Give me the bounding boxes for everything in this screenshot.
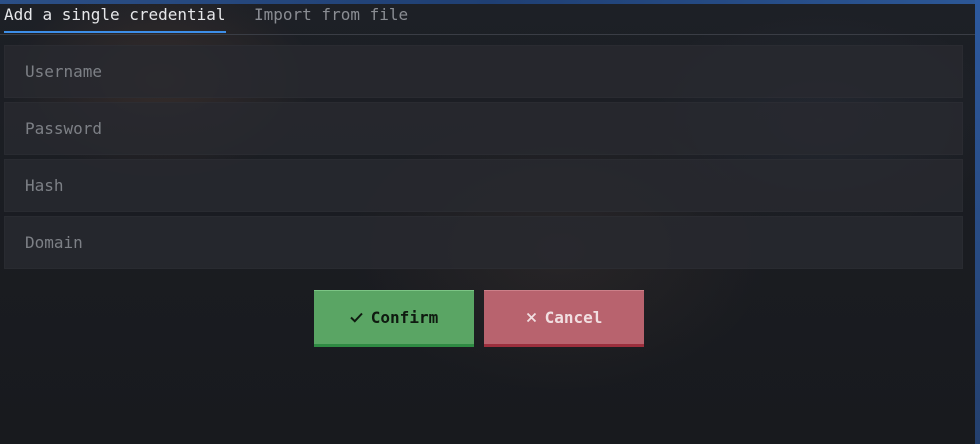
domain-field (4, 216, 963, 269)
domain-input[interactable] (5, 217, 962, 268)
cancel-label: Cancel (544, 308, 603, 327)
hash-input[interactable] (5, 160, 962, 211)
close-icon (526, 312, 537, 323)
tab-label: Import from file (254, 5, 409, 24)
password-field (4, 102, 963, 155)
check-icon (350, 312, 363, 323)
username-input[interactable] (5, 46, 962, 97)
cancel-button[interactable]: Cancel (484, 290, 644, 347)
confirm-label: Confirm (370, 308, 439, 327)
password-input[interactable] (5, 103, 962, 154)
tab-add-single-credential[interactable]: Add a single credential (4, 6, 226, 33)
credential-dialog: Add a single credential Import from file… (0, 0, 980, 444)
window-right-edge (975, 0, 980, 444)
confirm-button[interactable]: Confirm (314, 290, 474, 347)
username-field (4, 45, 963, 98)
tab-label: Add a single credential (4, 5, 226, 24)
hash-field (4, 159, 963, 212)
tab-bar: Add a single credential Import from file (0, 0, 975, 35)
tab-import-from-file[interactable]: Import from file (254, 6, 408, 24)
